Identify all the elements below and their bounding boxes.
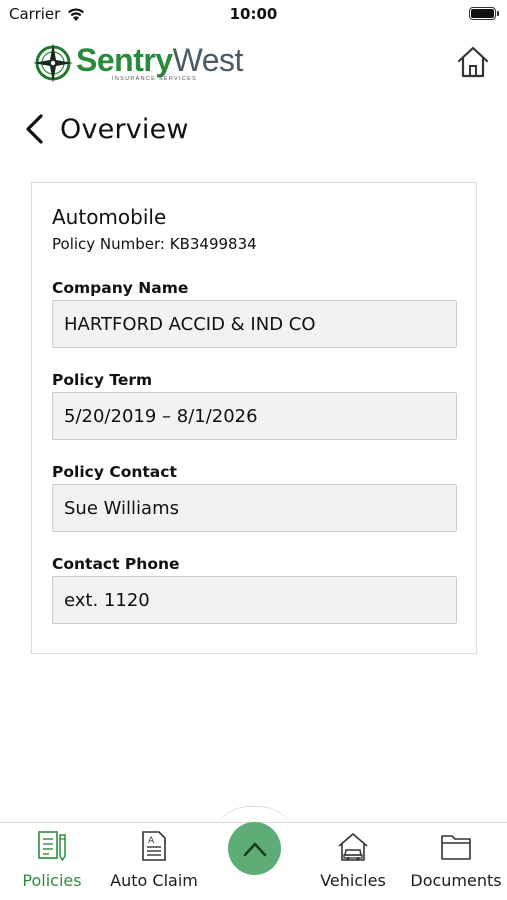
policy-term-value: 5/20/2019 – 8/1/2026 <box>64 405 258 427</box>
compass-logo-icon <box>33 43 73 83</box>
contact-phone-label: Contact Phone <box>52 555 180 573</box>
tab-vehicles[interactable]: Vehicles <box>312 823 394 900</box>
home-icon <box>457 46 489 78</box>
policy-card: Automobile Policy Number: KB3499834 Comp… <box>31 182 477 654</box>
chevron-up-icon <box>243 842 266 856</box>
logo-word-west: West <box>172 41 244 78</box>
tab-documents-label: Documents <box>410 871 502 890</box>
status-time: 10:00 <box>229 5 278 23</box>
tab-policies[interactable]: Policies <box>12 823 92 900</box>
policy-contact-value: Sue Williams <box>64 497 179 519</box>
policy-contact-label: Policy Contact <box>52 463 177 481</box>
back-navigation[interactable]: Overview <box>22 108 189 150</box>
tab-documents[interactable]: Documents <box>406 823 506 900</box>
status-bar: Carrier 10:00 <box>0 0 507 28</box>
home-button[interactable] <box>455 44 491 80</box>
tab-auto-claim[interactable]: A Auto Claim <box>106 823 202 900</box>
policy-type: Automobile <box>52 205 167 229</box>
policy-term-field[interactable]: 5/20/2019 – 8/1/2026 <box>52 392 457 440</box>
svg-text:A: A <box>148 836 155 846</box>
documents-icon <box>441 835 471 860</box>
page-title: Overview <box>60 113 189 145</box>
auto-claim-icon: A <box>142 831 166 861</box>
vehicles-icon <box>338 833 368 861</box>
chevron-left-icon[interactable] <box>22 112 48 146</box>
contact-phone-value: ext. 1120 <box>64 589 150 611</box>
battery-icon <box>469 7 499 20</box>
contact-phone-field[interactable]: ext. 1120 <box>52 576 457 624</box>
expand-menu-button[interactable] <box>228 822 281 875</box>
tab-policies-label: Policies <box>22 871 82 890</box>
brand-logo: SentryWest INSURANCE SERVICES <box>32 42 243 84</box>
policy-number: Policy Number: KB3499834 <box>52 235 257 253</box>
company-name-field[interactable]: HARTFORD ACCID & IND CO <box>52 300 457 348</box>
tab-auto-claim-label: Auto Claim <box>110 871 198 890</box>
policy-contact-field[interactable]: Sue Williams <box>52 484 457 532</box>
policy-term-label: Policy Term <box>52 371 153 389</box>
logo-word-sentry: Sentry <box>76 41 173 78</box>
tab-vehicles-label: Vehicles <box>320 871 386 890</box>
policies-icon <box>38 831 66 862</box>
company-name-label: Company Name <box>52 279 189 297</box>
company-name-value: HARTFORD ACCID & IND CO <box>64 313 316 335</box>
